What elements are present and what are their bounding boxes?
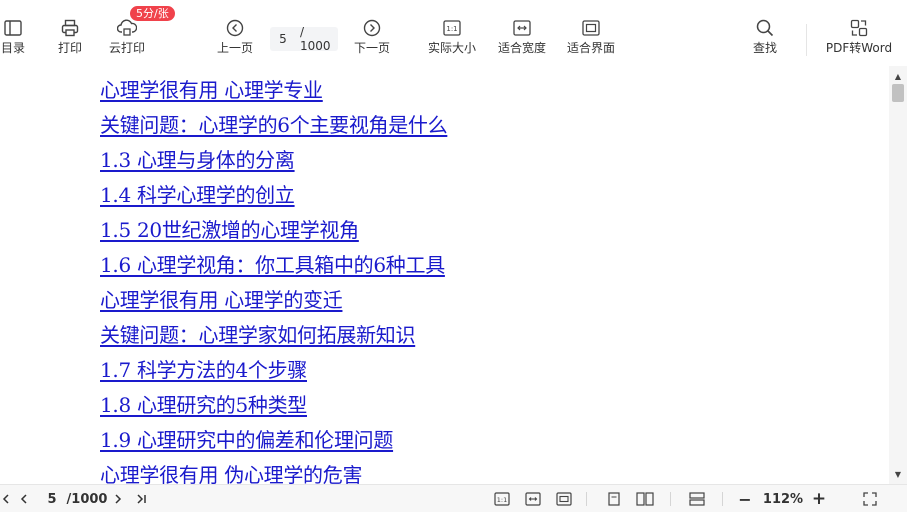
fit-width-button[interactable]: 适合宽度 [496,18,548,62]
fit-width-icon [513,18,531,38]
fullscreen-icon [863,492,877,506]
status-divider [586,492,587,506]
zoom-out-button[interactable]: − [736,485,754,512]
svg-text:1:1: 1:1 [446,25,457,33]
toc-entry[interactable]: 1.9 心理研究中的偏差和伦理问题 [100,428,393,452]
status-bar: 5 /1000 1:1 − 112% + [0,484,907,512]
last-page-icon [137,494,146,504]
continuous-scroll-button[interactable] [686,485,708,512]
search-icon [756,18,774,38]
vertical-scrollbar[interactable]: ▲ ▼ [889,66,907,484]
sidebar-icon [4,18,22,38]
toolbar-divider [806,24,807,56]
cloud-print-label: 云打印 [108,41,145,55]
cloud-print-button[interactable]: 云打印 [106,18,148,62]
first-page-icon [2,494,9,504]
zoom-level-text: 112% [762,491,804,507]
toc-entry[interactable]: 心理学很有用 伪心理学的危害 [100,463,362,484]
next-page-button[interactable]: 下一页 [352,18,392,62]
bottom-page-input[interactable]: 5 [44,485,60,512]
two-page-view-button[interactable] [634,485,656,512]
pdf-to-word-button[interactable]: PDF转Word [824,18,894,62]
fit-width-bottom-button[interactable] [523,485,543,512]
svg-text:1:1: 1:1 [497,496,507,504]
printer-icon [61,18,79,38]
continuous-scroll-icon [689,492,705,506]
actual-size-button[interactable]: 1:1 实际大小 [426,18,478,62]
toc-entry[interactable]: 心理学很有用 心理学专业 [100,78,323,102]
toc-entry[interactable]: 1.6 心理学视角：你工具箱中的6种工具 [100,253,445,277]
prev-page-label: 上一页 [216,41,253,55]
last-page-button[interactable] [132,485,150,512]
page-number-box: / 1000 [270,25,338,53]
toolbar: 目录 打印 云打印 5分/张 上一页 / 1000 下一页 1:1 实际大小 [0,0,907,66]
zoom-level[interactable]: 112% [762,485,804,512]
actual-size-icon: 1:1 [443,18,461,38]
prev-page-bottom-button[interactable] [16,485,32,512]
page-total: / 1000 [300,25,331,53]
fit-page-icon [582,18,600,38]
toc-entry[interactable]: 1.8 心理研究的5种类型 [100,393,307,417]
chevron-left-circle-icon [226,18,244,38]
chevron-right-icon [115,494,122,504]
find-label: 查找 [752,41,777,55]
next-page-bottom-button[interactable] [110,485,126,512]
bottom-page-total: /1000 [66,485,108,512]
toc-entry[interactable]: 关键问题：心理学家如何拓展新知识 [100,323,416,347]
next-page-label: 下一页 [353,41,390,55]
toc-entry[interactable]: 1.4 科学心理学的创立 [100,183,295,207]
actual-size-icon: 1:1 [494,492,510,506]
single-page-icon [608,492,620,506]
bottom-current-page: 5 [47,491,57,507]
fit-page-icon [556,492,572,506]
status-divider [722,492,723,506]
actual-size-bottom-button[interactable]: 1:1 [492,485,512,512]
first-page-button[interactable] [0,485,12,512]
scrollbar-thumb[interactable] [892,84,904,102]
bottom-page-total-text: /1000 [66,491,108,507]
page-number-input[interactable] [270,32,296,46]
fit-width-icon [525,492,541,506]
status-divider [670,492,671,506]
cloud-printer-icon [117,18,137,38]
fit-page-label: 适合界面 [566,41,615,55]
scroll-up-arrow-icon[interactable]: ▲ [889,68,907,84]
print-button[interactable]: 打印 [56,18,84,62]
scroll-down-arrow-icon[interactable]: ▼ [889,466,907,482]
chevron-left-icon [20,494,27,504]
zoom-in-button[interactable]: + [810,485,828,512]
find-button[interactable]: 查找 [751,18,779,62]
chevron-right-circle-icon [363,18,381,38]
fit-page-bottom-button[interactable] [554,485,574,512]
fit-page-button[interactable]: 适合界面 [565,18,617,62]
fullscreen-button[interactable] [860,485,880,512]
single-page-view-button[interactable] [605,485,623,512]
prev-page-button[interactable]: 上一页 [215,18,255,62]
minus-icon: − [738,489,752,509]
print-label: 打印 [57,41,82,55]
two-page-icon [636,492,654,506]
cloud-print-price-badge: 5分/张 [130,6,175,21]
actual-size-label: 实际大小 [427,41,476,55]
toc-entry[interactable]: 1.5 20世纪激增的心理学视角 [100,218,359,242]
plus-icon: + [811,489,827,509]
toc-entry[interactable]: 1.3 心理与身体的分离 [100,148,295,172]
convert-icon [850,18,868,38]
toc-entry[interactable]: 关键问题：心理学的6个主要视角是什么 [100,113,448,137]
toc-button[interactable]: 目录 [0,18,26,62]
document-page: 心理学很有用 心理学专业 关键问题：心理学的6个主要视角是什么 1.3 心理与身… [0,66,889,484]
pdf-to-word-label: PDF转Word [825,41,893,55]
toc-entry[interactable]: 心理学很有用 心理学的变迁 [100,288,343,312]
fit-width-label: 适合宽度 [497,41,546,55]
toc-label: 目录 [0,41,25,55]
toc-entry[interactable]: 1.7 科学方法的4个步骤 [100,358,307,382]
